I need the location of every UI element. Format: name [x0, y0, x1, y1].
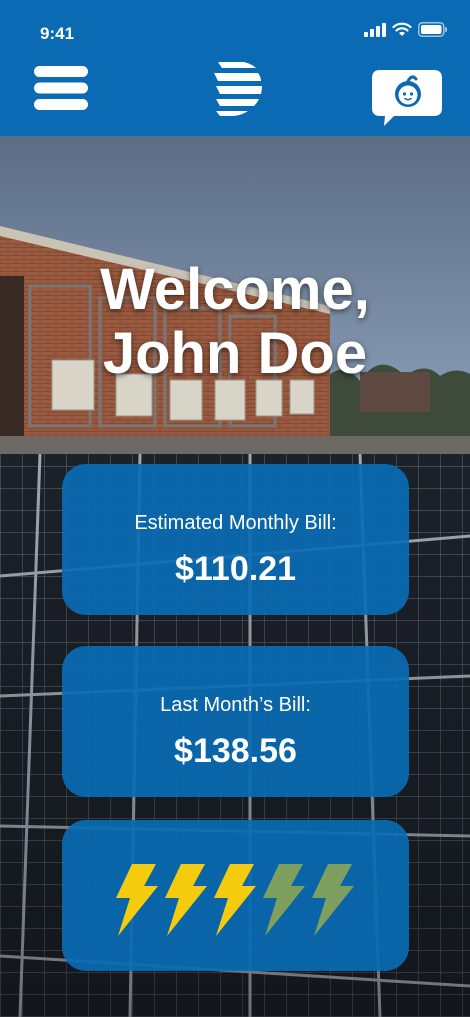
energy-rating-bolts	[116, 864, 354, 936]
bolt-filled-icon	[165, 864, 207, 936]
striped-sphere-logo[interactable]	[212, 60, 262, 116]
bolt-filled-icon	[214, 864, 256, 936]
bolt-empty-icon	[263, 864, 305, 936]
app-screen: 9:41 Welcome, John Doe Estimated Monthly…	[0, 0, 470, 1017]
welcome-heading: Welcome, John Doe	[0, 258, 470, 386]
cellular-signal-icon	[364, 22, 386, 37]
estimated-bill-value: $110.21	[174, 550, 297, 588]
last-month-bill-card[interactable]: Last Month’s Bill: $138.56	[62, 646, 409, 797]
user-name: John Doe	[102, 321, 368, 386]
wifi-icon	[392, 22, 412, 36]
welcome-line: Welcome,	[100, 257, 370, 322]
hamburger-menu-icon[interactable]	[34, 66, 88, 110]
chat-assistant-icon[interactable]	[372, 70, 442, 128]
estimated-bill-card[interactable]: Estimated Monthly Bill: $110.21	[62, 464, 409, 615]
app-header: 9:41	[0, 0, 470, 136]
energy-rating-card[interactable]	[62, 820, 409, 971]
status-icons	[364, 22, 448, 37]
estimated-bill-label: Estimated Monthly Bill:	[134, 512, 337, 534]
bolt-filled-icon	[116, 864, 158, 936]
last-month-bill-label: Last Month’s Bill:	[160, 694, 311, 716]
last-month-bill-value: $138.56	[174, 732, 297, 770]
status-time: 9:41	[40, 24, 75, 43]
battery-icon	[418, 22, 447, 37]
bolt-empty-icon	[312, 864, 354, 936]
